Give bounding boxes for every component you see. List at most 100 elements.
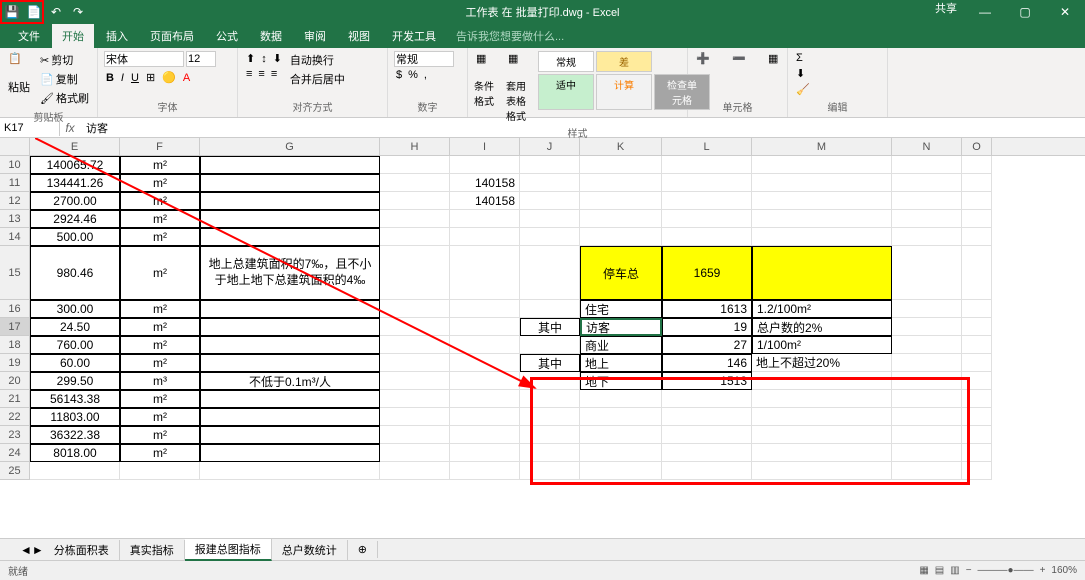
conditional-format-button[interactable]: ▦ xyxy=(474,51,502,77)
align-middle-button[interactable]: ↕ xyxy=(259,51,269,66)
cell[interactable] xyxy=(200,228,380,246)
wrap-text-button[interactable]: 自动换行 xyxy=(288,51,347,69)
row-header[interactable]: 14 xyxy=(0,228,29,246)
cell[interactable] xyxy=(580,444,662,462)
cell[interactable] xyxy=(892,372,962,390)
cell[interactable]: 其中 xyxy=(520,318,580,336)
cell[interactable]: m² xyxy=(120,174,200,192)
select-all-corner[interactable] xyxy=(0,138,30,156)
cell[interactable] xyxy=(962,372,992,390)
cell[interactable] xyxy=(520,372,580,390)
cell[interactable]: 760.00 xyxy=(30,336,120,354)
tab-view[interactable]: 视图 xyxy=(338,24,380,48)
cell[interactable] xyxy=(662,192,752,210)
cell[interactable] xyxy=(892,228,962,246)
add-sheet-button[interactable]: ⊕ xyxy=(348,541,378,558)
cell[interactable] xyxy=(892,246,962,300)
cell[interactable] xyxy=(962,210,992,228)
cell[interactable] xyxy=(380,318,450,336)
cell[interactable] xyxy=(962,462,992,480)
cell[interactable]: m² xyxy=(120,192,200,210)
row-header[interactable]: 16 xyxy=(0,300,29,318)
cell[interactable] xyxy=(752,156,892,174)
cell[interactable] xyxy=(450,300,520,318)
cell[interactable] xyxy=(380,444,450,462)
tab-developer[interactable]: 开发工具 xyxy=(382,24,446,48)
italic-button[interactable]: I xyxy=(119,70,126,85)
cell[interactable] xyxy=(580,426,662,444)
cell[interactable] xyxy=(120,462,200,480)
underline-button[interactable]: U xyxy=(129,70,141,85)
cell[interactable] xyxy=(380,192,450,210)
align-center-button[interactable]: ≡ xyxy=(256,67,266,81)
cell[interactable]: m² xyxy=(120,156,200,174)
row-header[interactable]: 23 xyxy=(0,426,29,444)
cell[interactable]: 146 xyxy=(662,354,752,372)
cell[interactable] xyxy=(450,336,520,354)
zoom-in-button[interactable]: + xyxy=(1040,565,1046,576)
row-header[interactable]: 21 xyxy=(0,390,29,408)
style-good[interactable]: 适中 xyxy=(538,74,594,110)
col-header[interactable]: L xyxy=(662,138,752,155)
cell[interactable]: 1659 xyxy=(662,246,752,300)
cell[interactable] xyxy=(962,390,992,408)
cell[interactable] xyxy=(200,192,380,210)
row-header[interactable]: 13 xyxy=(0,210,29,228)
cell[interactable]: 其中 xyxy=(520,354,580,372)
cell[interactable]: 134441.26 xyxy=(30,174,120,192)
cell[interactable] xyxy=(380,462,450,480)
col-header[interactable]: I xyxy=(450,138,520,155)
cell[interactable]: m² xyxy=(120,408,200,426)
cell[interactable]: m² xyxy=(120,336,200,354)
cell[interactable]: m² xyxy=(120,426,200,444)
view-break-button[interactable]: ▥ xyxy=(950,565,959,576)
cell[interactable] xyxy=(520,174,580,192)
cell[interactable] xyxy=(520,426,580,444)
cell[interactable] xyxy=(752,426,892,444)
cell[interactable]: m² xyxy=(120,318,200,336)
border-button[interactable]: ⊞ xyxy=(144,70,157,85)
fill-color-button[interactable]: 🟡 xyxy=(160,70,178,85)
view-layout-button[interactable]: ▤ xyxy=(935,565,944,576)
tab-file[interactable]: 文件 xyxy=(8,24,50,48)
cell[interactable] xyxy=(450,354,520,372)
share-button[interactable]: 共享 xyxy=(927,0,965,24)
cell[interactable]: 2700.00 xyxy=(30,192,120,210)
cell[interactable] xyxy=(962,426,992,444)
cell[interactable] xyxy=(752,462,892,480)
cell[interactable] xyxy=(662,408,752,426)
row-header[interactable]: 20 xyxy=(0,372,29,390)
tab-formulas[interactable]: 公式 xyxy=(206,24,248,48)
cell[interactable] xyxy=(752,228,892,246)
col-header[interactable]: O xyxy=(962,138,992,155)
cell[interactable]: 19 xyxy=(662,318,752,336)
tab-nav-next[interactable]: ► xyxy=(32,543,44,557)
cell[interactable] xyxy=(962,444,992,462)
cell[interactable] xyxy=(200,426,380,444)
cell[interactable]: 140158 xyxy=(450,174,520,192)
cell[interactable] xyxy=(520,336,580,354)
cell[interactable] xyxy=(662,174,752,192)
cell[interactable] xyxy=(962,336,992,354)
cell[interactable] xyxy=(892,318,962,336)
cell[interactable] xyxy=(892,192,962,210)
cell[interactable]: m² xyxy=(120,246,200,300)
cell[interactable]: 1.2/100m² xyxy=(752,300,892,318)
col-header[interactable]: G xyxy=(200,138,380,155)
grid[interactable]: 140065.72m²134441.26m²1401582700.00m²140… xyxy=(30,156,1085,538)
copy-button[interactable]: 📄 复制 xyxy=(38,70,91,88)
cell[interactable] xyxy=(892,426,962,444)
cell[interactable]: 500.00 xyxy=(30,228,120,246)
row-header[interactable]: 18 xyxy=(0,336,29,354)
cell[interactable] xyxy=(380,336,450,354)
cell[interactable] xyxy=(962,354,992,372)
cell[interactable] xyxy=(380,408,450,426)
cell[interactable] xyxy=(200,318,380,336)
cell[interactable] xyxy=(520,462,580,480)
clear-button[interactable]: 🧹 xyxy=(794,82,812,97)
cell[interactable] xyxy=(962,246,992,300)
cell[interactable] xyxy=(892,462,962,480)
insert-button[interactable]: ➕ xyxy=(694,51,722,77)
cell[interactable] xyxy=(752,408,892,426)
cell[interactable] xyxy=(520,408,580,426)
